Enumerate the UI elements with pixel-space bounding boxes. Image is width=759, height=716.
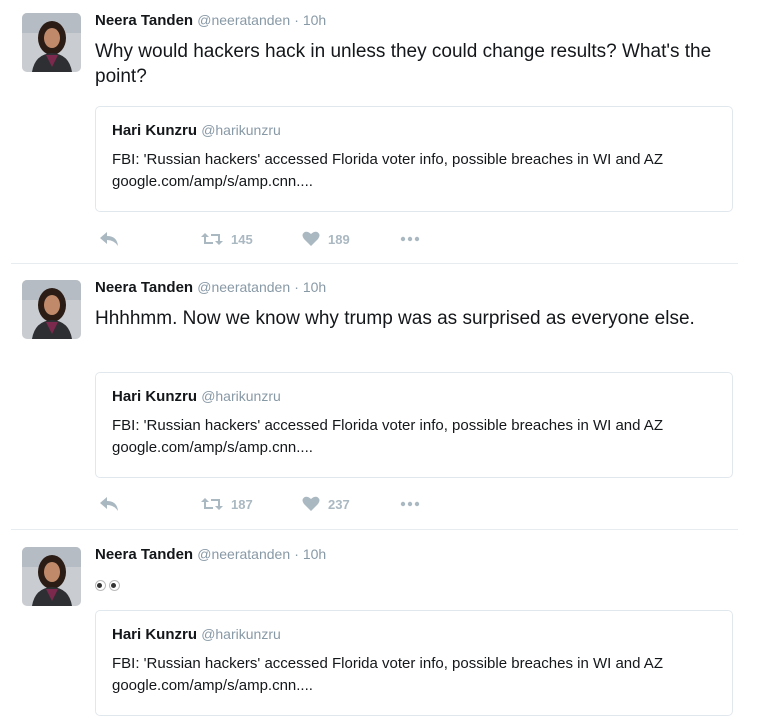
reply-button[interactable]	[99, 229, 119, 249]
author-handle[interactable]: @neeratanden	[197, 546, 290, 562]
quoted-tweet[interactable]: Hari Kunzru @harikunzru FBI: 'Russian ha…	[95, 106, 733, 212]
quoted-author-handle: @harikunzru	[201, 626, 281, 642]
author-name[interactable]: Neera Tanden	[95, 546, 193, 563]
more-button[interactable]	[400, 494, 420, 514]
quoted-tweet-text: FBI: 'Russian hackers' accessed Florida …	[112, 151, 663, 190]
avatar[interactable]	[22, 547, 81, 606]
tweet-header: Neera Tanden @neeratanden · 10h	[95, 546, 326, 563]
more-icon	[400, 501, 420, 507]
tweet-time[interactable]: · 10h	[294, 279, 326, 295]
author-handle[interactable]: @neeratanden	[197, 12, 290, 28]
tweet-time[interactable]: · 10h	[294, 12, 326, 28]
eye-left-icon	[95, 580, 106, 591]
eye-right-icon	[109, 580, 120, 591]
quoted-tweet-text: FBI: 'Russian hackers' accessed Florida …	[112, 655, 663, 694]
author-handle[interactable]: @neeratanden	[197, 279, 290, 295]
like-button[interactable]: 237	[302, 494, 350, 514]
retweet-count: 187	[231, 496, 253, 512]
heart-icon	[302, 231, 320, 246]
tweet-text: Why would hackers hack in unless they co…	[95, 41, 712, 87]
reply-icon	[100, 232, 118, 246]
tweet-1[interactable]: Neera Tanden @neeratanden · 10h Why woul…	[0, 0, 759, 264]
tweet-header: Neera Tanden @neeratanden · 10h	[95, 12, 326, 29]
reply-icon	[100, 497, 118, 511]
like-button[interactable]: 189	[302, 229, 350, 249]
tweet-divider	[11, 529, 738, 530]
quoted-author-name: Hari Kunzru	[112, 388, 198, 405]
eyes-emoji-icon	[95, 573, 120, 598]
tweet-3[interactable]: Neera Tanden @neeratanden · 10h Hari Kun…	[0, 534, 759, 716]
quoted-author-name: Hari Kunzru	[112, 122, 198, 139]
tweet-actions: 187 237	[95, 494, 455, 514]
avatar[interactable]	[22, 280, 81, 339]
reply-button[interactable]	[99, 494, 119, 514]
quoted-tweet-header: Hari Kunzru @harikunzru	[112, 626, 281, 643]
quoted-tweet-text: FBI: 'Russian hackers' accessed Florida …	[112, 417, 663, 456]
tweet-header: Neera Tanden @neeratanden · 10h	[95, 279, 326, 296]
retweet-icon	[201, 498, 223, 510]
quoted-tweet[interactable]: Hari Kunzru @harikunzru FBI: 'Russian ha…	[95, 610, 733, 716]
like-count: 237	[328, 496, 350, 512]
tweet-text: Hhhhmm. Now we know why trump was as sur…	[95, 308, 695, 329]
tweet-time[interactable]: · 10h	[294, 546, 326, 562]
author-name[interactable]: Neera Tanden	[95, 12, 193, 29]
quoted-author-name: Hari Kunzru	[112, 626, 198, 643]
quoted-tweet-header: Hari Kunzru @harikunzru	[112, 122, 281, 139]
quoted-tweet-header: Hari Kunzru @harikunzru	[112, 388, 281, 405]
retweet-button[interactable]: 145	[201, 229, 253, 249]
retweet-count: 145	[231, 231, 253, 247]
heart-icon	[302, 496, 320, 511]
like-count: 189	[328, 231, 350, 247]
tweet-divider	[11, 263, 738, 264]
retweet-button[interactable]: 187	[201, 494, 253, 514]
quoted-tweet[interactable]: Hari Kunzru @harikunzru FBI: 'Russian ha…	[95, 372, 733, 478]
avatar[interactable]	[22, 13, 81, 72]
author-name[interactable]: Neera Tanden	[95, 279, 193, 296]
tweet-text	[95, 573, 735, 598]
more-icon	[400, 236, 420, 242]
quoted-author-handle: @harikunzru	[201, 122, 281, 138]
quoted-author-handle: @harikunzru	[201, 388, 281, 404]
more-button[interactable]	[400, 229, 420, 249]
retweet-icon	[201, 233, 223, 245]
tweet-2[interactable]: Neera Tanden @neeratanden · 10h Hhhhmm. …	[0, 267, 759, 531]
tweet-actions: 145 189	[95, 229, 455, 249]
